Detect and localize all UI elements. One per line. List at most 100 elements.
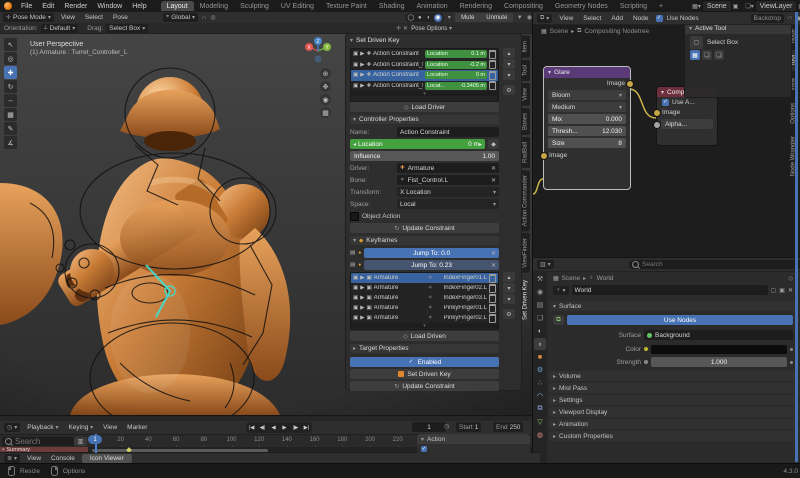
play-reverse-button[interactable]: ◀ bbox=[268, 423, 279, 433]
workspace-tab-scripting[interactable]: Scripting bbox=[614, 1, 653, 11]
glare-node-header[interactable]: ▾Glare bbox=[544, 67, 630, 78]
alpha-input-socket[interactable] bbox=[653, 121, 661, 129]
menu-window[interactable]: Window bbox=[92, 2, 127, 11]
update-constraint-button[interactable]: ↻Update Constraint bbox=[350, 223, 499, 233]
update-constraint-button[interactable]: ↻Update Constraint bbox=[350, 381, 499, 391]
properties-tab-modifiers[interactable]: ⚙ bbox=[534, 364, 546, 376]
zoom-icon[interactable]: ⊕ bbox=[320, 68, 331, 79]
menu-file[interactable]: File bbox=[16, 2, 37, 11]
start-frame-field[interactable]: Start1 bbox=[456, 422, 481, 432]
menu-view[interactable]: View bbox=[58, 14, 78, 21]
editor-type-dropdown[interactable]: ⧉▾ bbox=[537, 14, 552, 23]
clock-icon[interactable]: ◷ bbox=[444, 423, 449, 430]
properties-tab-view-layer[interactable]: ❏ bbox=[534, 312, 546, 324]
target-properties-header[interactable]: ▸Target Properties bbox=[350, 344, 499, 353]
workspace-tab-texture-paint[interactable]: Texture Paint bbox=[320, 1, 373, 11]
location-value-chip[interactable]: Location-0.2 m bbox=[425, 61, 487, 69]
transform-dropdown[interactable]: X Location▾ bbox=[397, 187, 499, 197]
properties-tab-render[interactable]: ◉ bbox=[534, 286, 546, 298]
section-settings[interactable]: ▸Settings bbox=[549, 395, 797, 405]
new-datablock-icon[interactable]: ▣ bbox=[779, 287, 785, 294]
proportional-edit-icon[interactable]: ◎ bbox=[210, 14, 215, 21]
delete-icon[interactable] bbox=[489, 81, 496, 90]
properties-tab-physics[interactable]: ◠ bbox=[534, 390, 546, 402]
close-icon[interactable]: ✕ bbox=[491, 262, 496, 269]
move-up-button[interactable]: ▴ bbox=[503, 48, 515, 58]
menu-view[interactable]: View bbox=[24, 455, 44, 462]
delete-icon[interactable] bbox=[489, 50, 496, 59]
menu-console[interactable]: Console bbox=[48, 455, 78, 462]
scene-selector[interactable]: Scene bbox=[702, 0, 732, 12]
world-name-field[interactable]: World bbox=[572, 285, 768, 295]
filter-icon[interactable]: ▥ bbox=[74, 437, 87, 446]
enabled-toggle[interactable]: Enabled bbox=[350, 357, 499, 367]
menu-render[interactable]: Render bbox=[59, 2, 92, 11]
workspace-tab-animation[interactable]: Animation bbox=[411, 1, 454, 11]
world-browse-dropdown[interactable]: ♁▾ bbox=[553, 286, 569, 295]
icon-viewer-button[interactable]: Icon Viewer bbox=[82, 454, 132, 463]
space-dropdown[interactable]: Local▾ bbox=[397, 199, 499, 209]
keyframe-diamond-button[interactable]: ◆ bbox=[488, 139, 499, 149]
surface-section-header[interactable]: ▾Surface bbox=[549, 301, 797, 311]
workspace-tab-layout[interactable]: Layout bbox=[161, 1, 194, 11]
load-driven-button[interactable]: ◇Load Driven bbox=[350, 331, 499, 341]
unlink-icon[interactable]: ✕ bbox=[788, 287, 793, 294]
action-checkbox[interactable] bbox=[421, 446, 427, 452]
workspace-tab-[interactable]: + bbox=[653, 1, 669, 11]
viewlayer-selector[interactable]: ViewLayer bbox=[755, 0, 798, 12]
properties-tab-output[interactable]: ▤ bbox=[534, 299, 546, 311]
transform-tool[interactable]: ▦ bbox=[4, 108, 17, 121]
end-frame-field[interactable]: End250 bbox=[493, 422, 523, 432]
list-resize-handle[interactable]: ▾ bbox=[351, 323, 498, 328]
blender-logo-icon[interactable] bbox=[4, 2, 12, 10]
influence-slider[interactable]: Influence1.00 bbox=[350, 151, 499, 161]
load-driver-button[interactable]: ◇Load Driver bbox=[350, 102, 499, 112]
image-input-socket[interactable] bbox=[540, 152, 548, 160]
constraint-row[interactable]: ▣▶✚Action Constraint_flip...Location-0.2… bbox=[351, 60, 498, 71]
driven-bone-row[interactable]: ▣▶▣Armature✧IndexFinger03.L bbox=[351, 293, 498, 303]
section-animation[interactable]: ▸Animation bbox=[549, 419, 797, 429]
mix-field[interactable]: Mix0.000 bbox=[548, 114, 626, 124]
annotate-tool[interactable]: ✎ bbox=[4, 122, 17, 135]
driven-bone-row[interactable]: ▣▶▣Armature✧PinkyFinger01.L bbox=[351, 303, 498, 313]
sidebar-tab-item[interactable]: Item bbox=[521, 36, 530, 58]
delete-icon[interactable] bbox=[489, 294, 496, 303]
scale-tool[interactable]: ↔ bbox=[4, 94, 17, 107]
current-frame-field[interactable]: 1 bbox=[412, 422, 446, 432]
section-viewport-display[interactable]: ▸Viewport Display bbox=[549, 407, 797, 417]
navigation-gizmo[interactable]: X Y Z bbox=[303, 36, 333, 66]
menu-add[interactable]: Add bbox=[608, 15, 626, 22]
alpha-field[interactable]: Alpha... bbox=[661, 119, 713, 129]
search-input[interactable]: Search bbox=[2, 437, 76, 446]
overlays-dropdown-icon[interactable]: ◉▾ bbox=[527, 14, 532, 21]
specials-dropdown-icon[interactable]: ▾ bbox=[503, 294, 515, 304]
list-resize-handle[interactable]: ▾ bbox=[351, 91, 498, 96]
image-output-socket[interactable] bbox=[626, 80, 634, 88]
section-volume[interactable]: ▸Volume bbox=[549, 371, 797, 381]
sidebar-tab-bones[interactable]: Bones bbox=[521, 108, 530, 135]
panel-header[interactable]: ▾ Set Driven Key bbox=[350, 35, 499, 45]
delete-icon[interactable] bbox=[489, 60, 496, 69]
use-nodes-button[interactable]: Use Nodes bbox=[567, 315, 793, 325]
fake-user-icon[interactable]: ▢ bbox=[771, 287, 777, 294]
workspace-tab-uv-editing[interactable]: UV Editing bbox=[275, 1, 320, 11]
controller-properties-header[interactable]: ▾Controller Properties bbox=[350, 115, 499, 124]
delete-icon[interactable] bbox=[489, 274, 496, 283]
action-panel-header[interactable]: ▾Action bbox=[417, 434, 530, 444]
workspace-tab-modeling[interactable]: Modeling bbox=[194, 1, 234, 11]
menu-select[interactable]: Select bbox=[82, 14, 106, 21]
sidebar-tab-action-commander[interactable]: Action Commander bbox=[521, 170, 530, 231]
move-tool[interactable]: ✚ bbox=[4, 66, 17, 79]
next-keyframe-button[interactable]: |▶ bbox=[290, 423, 301, 433]
delete-icon[interactable] bbox=[489, 304, 496, 313]
rotate-tool[interactable]: ↻ bbox=[4, 80, 17, 93]
select-circle-tool[interactable]: ◎ bbox=[4, 52, 17, 65]
strength-slider[interactable]: 1.000 bbox=[651, 357, 787, 367]
workspace-tab-geometry-nodes[interactable]: Geometry Nodes bbox=[549, 1, 614, 11]
sidebar-tab-tool[interactable]: Tool bbox=[521, 60, 530, 81]
glare-quality-dropdown[interactable]: Medium▾ bbox=[548, 102, 626, 112]
menu-keying[interactable]: Keying ▾ bbox=[65, 424, 96, 431]
glare-type-dropdown[interactable]: Bloom▾ bbox=[548, 90, 626, 100]
size-field[interactable]: Size8 bbox=[548, 138, 626, 148]
sidebar-tab-set-driven-key[interactable]: Set Driven Key bbox=[521, 275, 530, 325]
